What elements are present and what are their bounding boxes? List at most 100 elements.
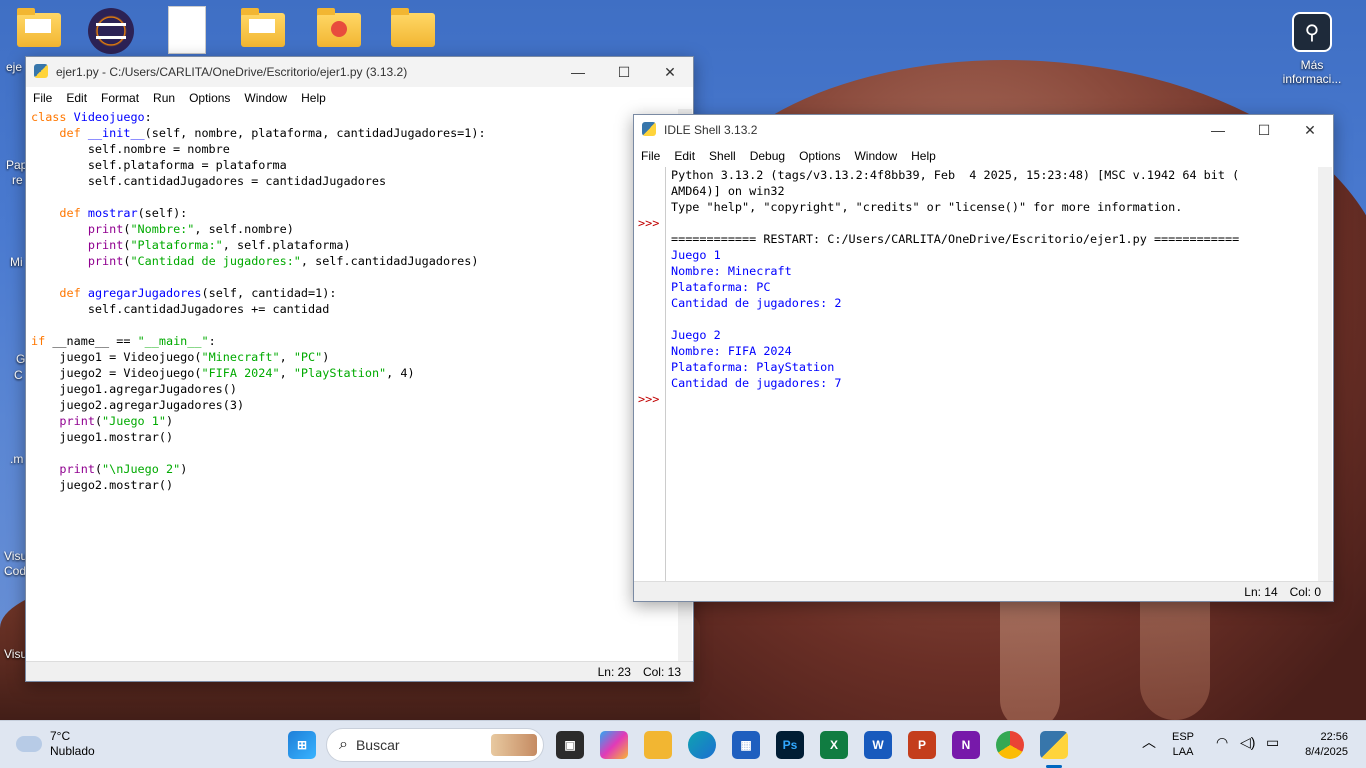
python-idle-icon[interactable] bbox=[1040, 731, 1068, 759]
desktop-edge-label: re bbox=[12, 173, 23, 187]
editor-statusbar: Ln: 23 Col: 13 bbox=[26, 661, 693, 681]
desktop-edge-label: C bbox=[14, 368, 23, 382]
chrome-icon[interactable] bbox=[996, 731, 1024, 759]
menu-edit[interactable]: Edit bbox=[667, 149, 702, 163]
search-box[interactable]: ⌕ Buscar bbox=[326, 728, 544, 762]
shell-statusbar: Ln: 14 Col: 0 bbox=[634, 581, 1333, 601]
taskbar: 7°C Nublado ⊞ ⌕ Buscar ▣ ▦ Ps X W P N ︿ … bbox=[0, 720, 1366, 768]
shell-banner-line: AMD64)] on win32 bbox=[671, 184, 785, 198]
shell-output-line: Cantidad de jugadores: 7 bbox=[671, 376, 842, 390]
battery-icon[interactable]: ▭ bbox=[1266, 735, 1279, 750]
wifi-icon[interactable]: ◠ bbox=[1216, 735, 1228, 750]
menu-shell[interactable]: Shell bbox=[702, 149, 743, 163]
weather-widget[interactable]: 7°C Nublado bbox=[16, 729, 95, 759]
task-view-icon[interactable]: ▣ bbox=[556, 731, 584, 759]
editor-status-col: Col: 13 bbox=[642, 664, 681, 679]
shell-output-line: Juego 2 bbox=[671, 328, 721, 342]
clock-date: 8/4/2025 bbox=[1305, 746, 1348, 758]
editor-status-line: Ln: 23 bbox=[597, 664, 631, 679]
shell-title: IDLE Shell 3.13.2 bbox=[664, 123, 758, 137]
python-file-icon bbox=[34, 64, 50, 80]
editor-window[interactable]: ejer1.py - C:/Users/CARLITA/OneDrive/Esc… bbox=[25, 56, 694, 682]
maximize-icon[interactable]: ☐ bbox=[1241, 115, 1287, 145]
excel-icon[interactable]: X bbox=[820, 731, 848, 759]
search-highlight-icon bbox=[491, 734, 537, 756]
desktop-edge-label: .m bbox=[10, 452, 24, 466]
shell-menubar: File Edit Shell Debug Options Window Hel… bbox=[634, 145, 1333, 167]
close-icon[interactable]: ✕ bbox=[1287, 115, 1333, 145]
edge-icon[interactable] bbox=[688, 731, 716, 759]
shell-window[interactable]: IDLE Shell 3.13.2 — ☐ ✕ File Edit Shell … bbox=[633, 114, 1334, 602]
menu-options[interactable]: Options bbox=[182, 91, 237, 105]
menu-file[interactable]: File bbox=[26, 91, 59, 105]
desktop-edge-label: eje bbox=[6, 60, 23, 74]
menu-run[interactable]: Run bbox=[146, 91, 182, 105]
shell-prompt: >>> bbox=[638, 216, 660, 230]
desktop-edge-label: Mi bbox=[10, 255, 23, 269]
powerpoint-icon[interactable]: P bbox=[908, 731, 936, 759]
shell-banner-line: Type "help", "copyright", "credits" or "… bbox=[671, 200, 1183, 214]
menu-help[interactable]: Help bbox=[294, 91, 333, 105]
shell-output-area[interactable]: Python 3.13.2 (tags/v3.13.2:4f8bb39, Feb… bbox=[671, 167, 1317, 581]
menu-format[interactable]: Format bbox=[94, 91, 146, 105]
desktop-edge-label: Visu bbox=[4, 549, 28, 563]
menu-file[interactable]: File bbox=[634, 149, 667, 163]
menu-debug[interactable]: Debug bbox=[743, 149, 792, 163]
language-indicator[interactable]: ESP LAA bbox=[1172, 730, 1194, 760]
photoshop-icon[interactable]: Ps bbox=[776, 731, 804, 759]
menu-window[interactable]: Window bbox=[847, 149, 904, 163]
file-explorer-icon[interactable] bbox=[644, 731, 672, 759]
chevron-up-icon[interactable]: ︿ bbox=[1142, 735, 1156, 750]
desktop-edge-label: G bbox=[16, 352, 26, 366]
editor-titlebar[interactable]: ejer1.py - C:/Users/CARLITA/OneDrive/Esc… bbox=[26, 57, 693, 87]
copilot-icon[interactable] bbox=[600, 731, 628, 759]
info-shortcut-label-2: informaci... bbox=[1282, 72, 1342, 86]
volume-icon[interactable]: ◁) bbox=[1240, 735, 1255, 750]
desktop-folder-icon[interactable] bbox=[388, 8, 438, 50]
weather-condition: Nublado bbox=[50, 744, 95, 758]
document-icon[interactable] bbox=[168, 6, 218, 54]
menu-window[interactable]: Window bbox=[237, 91, 294, 105]
clock[interactable]: 22:56 8/4/2025 bbox=[1296, 730, 1348, 760]
shell-blank bbox=[671, 215, 1317, 231]
shell-gutter: >>> >>> bbox=[634, 167, 666, 581]
menu-options[interactable]: Options bbox=[792, 149, 847, 163]
maximize-icon[interactable]: ☐ bbox=[601, 57, 647, 87]
shell-restart-line: ============ RESTART: C:/Users/CARLITA/O… bbox=[671, 232, 1240, 246]
info-shortcut-icon[interactable]: ⚲ bbox=[1292, 12, 1332, 52]
shell-output-line: Juego 1 bbox=[671, 248, 721, 262]
search-placeholder: Buscar bbox=[355, 737, 400, 753]
onenote-icon[interactable]: N bbox=[952, 731, 980, 759]
editor-menubar: File Edit Format Run Options Window Help bbox=[26, 87, 693, 109]
shell-output-line: Cantidad de jugadores: 2 bbox=[671, 296, 842, 310]
info-shortcut-label: Más bbox=[1300, 58, 1324, 72]
shell-prompt: >>> bbox=[638, 392, 660, 406]
minimize-icon[interactable]: — bbox=[555, 57, 601, 87]
desktop-folder-icon[interactable] bbox=[314, 8, 364, 50]
start-icon[interactable]: ⊞ bbox=[288, 731, 316, 759]
shell-output-line: Plataforma: PC bbox=[671, 280, 771, 294]
desktop-folder-icon[interactable] bbox=[14, 8, 64, 50]
python-shell-icon bbox=[642, 122, 658, 138]
eclipse-icon[interactable] bbox=[88, 8, 138, 54]
shell-status-col: Col: 0 bbox=[1289, 584, 1321, 599]
clock-time: 22:56 bbox=[1320, 731, 1348, 743]
shell-output-line: Plataforma: PlayStation bbox=[671, 360, 835, 374]
minimize-icon[interactable]: — bbox=[1195, 115, 1241, 145]
code-editor[interactable]: class Videojuego: def __init__(self, nom… bbox=[31, 109, 676, 661]
keyboard-layout: LAA bbox=[1172, 746, 1194, 758]
shell-status-line: Ln: 14 bbox=[1244, 584, 1278, 599]
desktop-edge-label: Cod bbox=[4, 564, 27, 578]
menu-help[interactable]: Help bbox=[904, 149, 943, 163]
shell-output-line: Nombre: FIFA 2024 bbox=[671, 344, 792, 358]
word-icon[interactable]: W bbox=[864, 731, 892, 759]
desktop-folder-icon[interactable] bbox=[238, 8, 288, 50]
close-icon[interactable]: ✕ bbox=[647, 57, 693, 87]
shell-output-line bbox=[671, 311, 1317, 327]
shell-scrollbar[interactable] bbox=[1318, 167, 1332, 581]
shell-banner-line: Python 3.13.2 (tags/v3.13.2:4f8bb39, Feb… bbox=[671, 168, 1240, 182]
language-code: ESP bbox=[1172, 731, 1195, 743]
store-icon[interactable]: ▦ bbox=[732, 731, 760, 759]
menu-edit[interactable]: Edit bbox=[59, 91, 94, 105]
shell-titlebar[interactable]: IDLE Shell 3.13.2 — ☐ ✕ bbox=[634, 115, 1333, 145]
